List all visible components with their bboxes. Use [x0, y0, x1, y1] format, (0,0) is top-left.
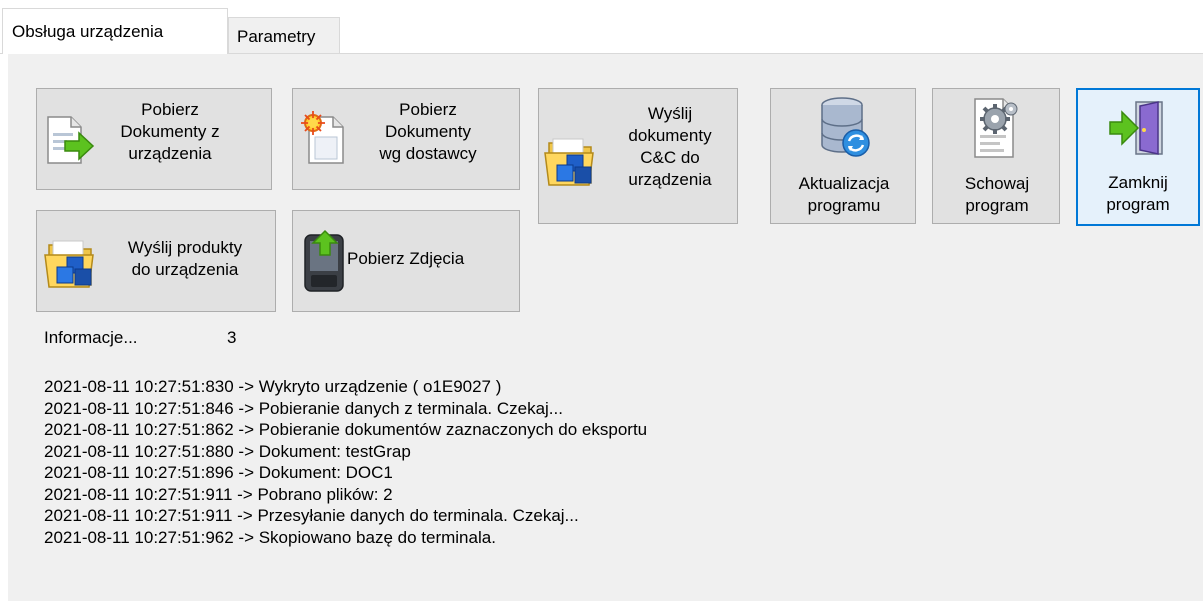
download-by-supplier-button[interactable]: Pobierz Dokumenty wg dostawcy: [292, 88, 520, 190]
database-sync-icon: [818, 95, 872, 167]
log-line: 2021-08-11 10:27:51:846 -> Pobieranie da…: [44, 398, 563, 418]
log-line: 2021-08-11 10:27:51:830 -> Wykryto urząd…: [44, 377, 502, 396]
tab-strip: Parametry Obsługa urządzenia: [0, 0, 1203, 54]
send-cc-documents-label: Wyślij dokumenty C&C do urządzenia: [628, 104, 712, 189]
download-documents-label: Pobierz Dokumenty z urządzenia: [120, 100, 220, 163]
update-program-button[interactable]: Aktualizacja programu: [770, 88, 916, 224]
device-upload-icon: [301, 229, 351, 301]
download-photos-button[interactable]: Pobierz Zdjęcia: [292, 210, 520, 312]
download-documents-button[interactable]: Pobierz Dokumenty z urządzenia: [36, 88, 272, 190]
tab-parametry[interactable]: Parametry: [228, 17, 340, 53]
log-line: 2021-08-11 10:27:51:880 -> Dokument: tes…: [44, 441, 411, 461]
info-count: 3: [227, 328, 237, 347]
document-star-icon: [301, 111, 347, 173]
send-products-label: Wyślij produkty do urządzenia: [127, 238, 243, 279]
download-photos-label: Pobierz Zdjęcia: [347, 249, 465, 268]
hide-program-button[interactable]: Schowaj program: [932, 88, 1060, 224]
folder-cubes-icon: [43, 233, 99, 295]
folder-cubes-icon: [543, 131, 599, 193]
send-products-button[interactable]: Wyślij produkty do urządzenia: [36, 210, 276, 312]
close-program-label: Zamknij program: [1106, 173, 1170, 214]
tab-obsluga-urzadzenia[interactable]: Obsługa urządzenia: [2, 8, 228, 54]
send-cc-documents-button[interactable]: Wyślij dokumenty C&C do urządzenia: [538, 88, 738, 224]
update-program-label: Aktualizacja programu: [798, 174, 890, 215]
log-line: 2021-08-11 10:27:51:896 -> Dokument: DOC…: [44, 463, 393, 482]
gear-document-icon: [971, 95, 1023, 167]
log-line: 2021-08-11 10:27:51:962 -> Skopiowano ba…: [44, 527, 496, 547]
event-log: 2021-08-11 10:27:51:830 -> Wykryto urząd…: [44, 376, 1144, 548]
document-import-icon: [45, 115, 95, 173]
log-line: 2021-08-11 10:27:51:911 -> Pobrano plikó…: [44, 484, 393, 504]
info-label: Informacje...: [44, 328, 138, 347]
close-program-button[interactable]: Zamknij program: [1076, 88, 1200, 226]
log-line: 2021-08-11 10:27:51:862 -> Pobieranie do…: [44, 420, 648, 439]
log-line: 2021-08-11 10:27:51:911 -> Przesyłanie d…: [44, 506, 579, 525]
device-panel: Pobierz Dokumenty z urządzenia Pobierz D…: [8, 54, 1203, 601]
exit-door-icon: [1108, 100, 1166, 162]
download-by-supplier-label: Pobierz Dokumenty wg dostawcy: [379, 100, 477, 163]
hide-program-label: Schowaj program: [964, 174, 1030, 215]
